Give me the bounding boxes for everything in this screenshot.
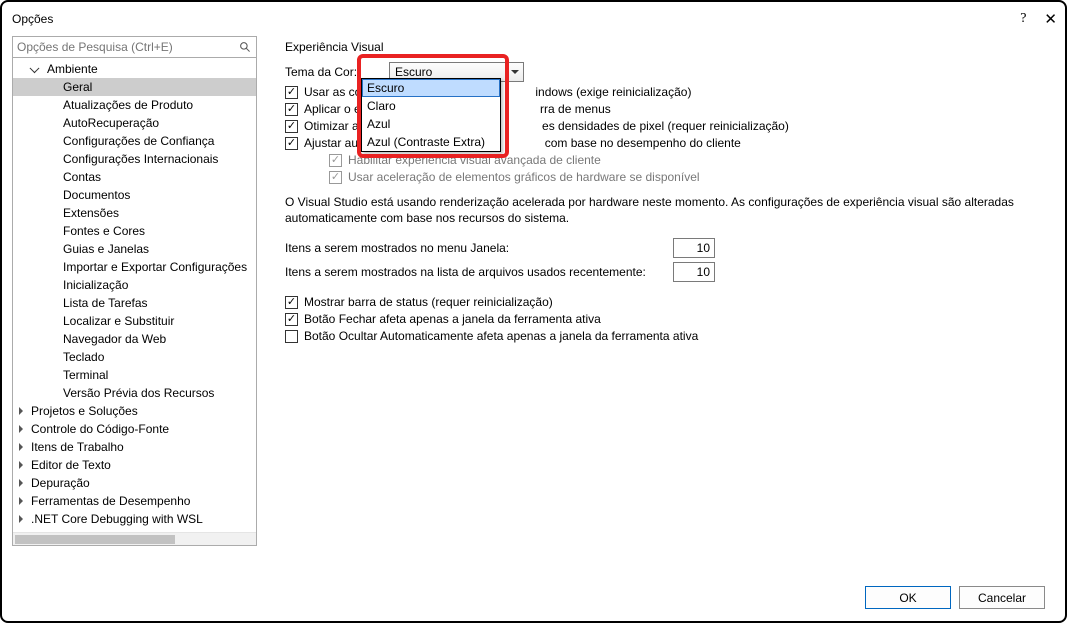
titlebar: Opções ? ✕ [2,2,1065,36]
theme-opt-azulextra[interactable]: Azul (Contraste Extra) [362,133,500,151]
tree-versaoprevia[interactable]: Versão Prévia dos Recursos [13,384,256,402]
chk-otimizar-rend[interactable] [285,120,298,133]
itens-recentes-label: Itens a serem mostrados na lista de arqu… [285,265,673,279]
chk-aplicar-label-right: rra de menus [540,102,611,116]
tree-fontescores[interactable]: Fontes e Cores [13,222,256,240]
tree-terminal[interactable]: Terminal [13,366,256,384]
chk-habilitar-exp [329,154,342,167]
sidebar: Ambiente Geral Atualizações de Produto A… [12,36,257,546]
tree-ambiente[interactable]: Ambiente [13,60,256,78]
search-text-input[interactable] [17,40,238,54]
tree-ferramentasdesemp[interactable]: Ferramentas de Desempenho [13,492,256,510]
chevron-down-icon [511,70,519,74]
tree-codigofonte[interactable]: Controle do Código-Fonte [13,420,256,438]
tree-teclado[interactable]: Teclado [13,348,256,366]
theme-dropdown-list: Escuro Claro Azul Azul (Contraste Extra) [361,78,501,152]
tree-contas[interactable]: Contas [13,168,256,186]
tree-navegador[interactable]: Navegador da Web [13,330,256,348]
itens-recentes-input[interactable] [673,262,715,282]
theme-opt-claro[interactable]: Claro [362,97,500,115]
ok-button[interactable]: OK [865,586,951,609]
window-title: Opções [12,12,53,26]
itens-janela-label: Itens a serem mostrados no menu Janela: [285,241,673,255]
tree-netcoredbg[interactable]: .NET Core Debugging with WSL [13,510,256,528]
options-tree: Ambiente Geral Atualizações de Produto A… [12,58,257,546]
tree-atualizacoes[interactable]: Atualizações de Produto [13,96,256,114]
tree-inicializacao[interactable]: Inicialização [13,276,256,294]
tree-autorecup[interactable]: AutoRecuperação [13,114,256,132]
chk-ajustar-auto[interactable] [285,137,298,150]
tree-projetos[interactable]: Projetos e Soluções [13,402,256,420]
tree-geral[interactable]: Geral [13,78,256,96]
search-icon [238,40,252,54]
close-icon[interactable]: ✕ [1044,10,1057,28]
tree-documentos[interactable]: Documentos [13,186,256,204]
tree-editortexto[interactable]: Editor de Texto [13,456,256,474]
chk-otimizar-label-right: es densidades de pixel (requer reinicial… [542,119,789,133]
chk-aplicar-estilo[interactable] [285,103,298,116]
chk-fechar[interactable] [285,313,298,326]
footer-buttons: OK Cancelar [865,586,1045,609]
chk-usar-windows[interactable] [285,86,298,99]
help-icon[interactable]: ? [1020,11,1026,27]
chk-ocultar-label: Botão Ocultar Automaticamente afeta apen… [304,329,698,343]
tree-itenstrabalho[interactable]: Itens de Trabalho [13,438,256,456]
chk-fechar-label: Botão Fechar afeta apenas a janela da fe… [304,312,601,326]
theme-opt-azul[interactable]: Azul [362,115,500,133]
content-panel: Experiência Visual Tema da Cor: Escuro U… [257,36,1055,546]
info-text: O Visual Studio está usando renderização… [285,194,1045,226]
cancel-button[interactable]: Cancelar [959,586,1045,609]
theme-label: Tema da Cor: [285,65,381,79]
chk-status-bar[interactable] [285,296,298,309]
itens-janela-input[interactable] [673,238,715,258]
chk-ocultar[interactable] [285,330,298,343]
tree-confianca[interactable]: Configurações de Confiança [13,132,256,150]
tree-extensoes[interactable]: Extensões [13,204,256,222]
tree-localizar[interactable]: Localizar e Substituir [13,312,256,330]
chk-usar-label-right: indows (exige reinicialização) [535,85,691,99]
chk-status-label: Mostrar barra de status (requer reinicia… [304,295,553,309]
search-input[interactable] [12,36,257,58]
chk-ajustar-label-right: com base no desempenho do cliente [545,136,741,150]
horizontal-scrollbar[interactable] [13,532,256,545]
section-title: Experiência Visual [285,40,1053,54]
chk-aceleracao [329,171,342,184]
tree-depuracao[interactable]: Depuração [13,474,256,492]
theme-opt-escuro[interactable]: Escuro [362,79,500,97]
theme-selected-value: Escuro [395,65,432,79]
chk-habilitar-label: Habilitar experiência visual avançada de… [348,153,601,167]
tree-guiasjanelas[interactable]: Guias e Janelas [13,240,256,258]
tree-internacionais[interactable]: Configurações Internacionais [13,150,256,168]
tree-listatarefas[interactable]: Lista de Tarefas [13,294,256,312]
chk-aceleracao-label: Usar aceleração de elementos gráficos de… [348,170,700,184]
tree-importarexportar[interactable]: Importar e Exportar Configurações [13,258,256,276]
